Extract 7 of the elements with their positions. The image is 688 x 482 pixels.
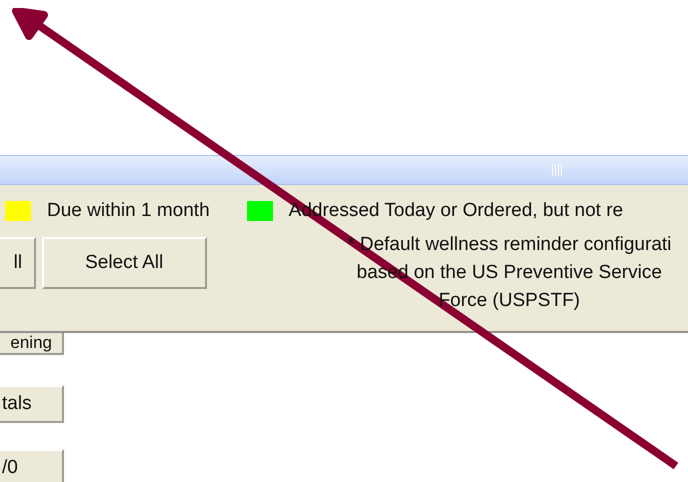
select-button[interactable]: Select All (42, 237, 207, 289)
horizontal-scrollbar[interactable] (0, 155, 688, 185)
legend-label: Due within 1 month (47, 198, 210, 223)
select-button[interactable]: ll (0, 237, 36, 289)
side-button[interactable]: tals (0, 385, 64, 423)
side-button[interactable]: ening (0, 333, 64, 355)
side-button[interactable]: /0 (0, 449, 64, 482)
